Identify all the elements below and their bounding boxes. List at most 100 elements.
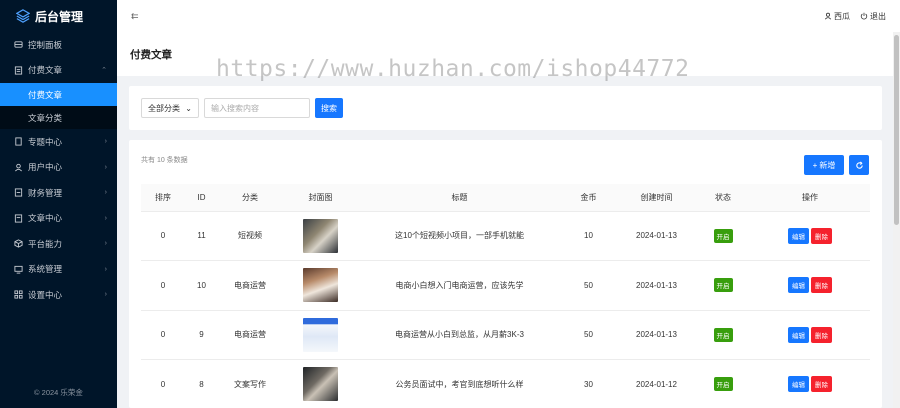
cell-id: 8 bbox=[199, 379, 204, 389]
table-row: 0 9 电商运营 电商运营从小白到总监，从月薪3K-3 50 2024-01-1… bbox=[141, 310, 870, 360]
edit-button[interactable]: 编辑 bbox=[788, 277, 809, 294]
sidebar-item-label: 付费文章 bbox=[28, 65, 63, 76]
table-row: 0 10 电商运营 电商小白想入门电商运营，应该先学 50 2024-01-13… bbox=[141, 261, 870, 311]
add-button[interactable]: + 新增 bbox=[804, 155, 844, 175]
sidebar-item-paid-articles[interactable]: 付费文章 ⌃ bbox=[0, 58, 117, 84]
cell-sort: 0 bbox=[160, 280, 166, 290]
cell-title: 公务员面试中，考官到底想听什么样 bbox=[395, 379, 524, 389]
cell-status: 开启 bbox=[696, 261, 750, 311]
delete-button[interactable]: 删除 bbox=[811, 326, 832, 343]
cell-actions: 编辑 删除 bbox=[750, 310, 870, 360]
articles-table: 排序 ID 分类 封面图 标题 金币 创建时间 状态 操作 0 11 短视频 这… bbox=[141, 184, 870, 408]
column-header-title[interactable]: 标题 bbox=[359, 184, 560, 212]
edit-button[interactable]: 编辑 bbox=[788, 227, 809, 244]
cell-created: 2024-01-13 bbox=[636, 330, 677, 340]
table-header-row: 排序 ID 分类 封面图 标题 金币 创建时间 状态 操作 bbox=[141, 184, 870, 212]
column-header-actions[interactable]: 操作 bbox=[750, 184, 870, 212]
column-header-cover[interactable]: 封面图 bbox=[282, 184, 359, 212]
chevron-right-icon: › bbox=[104, 138, 107, 146]
cover-image[interactable] bbox=[303, 317, 338, 352]
sidebar-subitem-label: 付费文章 bbox=[28, 89, 63, 100]
cell-title: 这10个短视频小项目，一部手机就能 bbox=[395, 231, 524, 241]
file-icon bbox=[14, 214, 23, 223]
sidebar-item-settings[interactable]: 设置中心 › bbox=[0, 282, 117, 308]
delete-button[interactable]: 删除 bbox=[811, 376, 832, 393]
cell-id: 9 bbox=[199, 330, 204, 340]
user-name: 西瓜 bbox=[834, 11, 850, 21]
sidebar-item-label: 文章中心 bbox=[28, 213, 63, 224]
chevron-right-icon: › bbox=[104, 214, 107, 222]
category-select-value: 全部分类 bbox=[148, 103, 180, 113]
add-button-label: 新增 bbox=[819, 160, 836, 170]
user-icon bbox=[14, 163, 23, 172]
app-title: 后台管理 bbox=[35, 9, 84, 24]
cell-title: 电商小白想入门电商运营，应该先学 bbox=[395, 280, 524, 290]
category-select[interactable]: 全部分类 ⌄ bbox=[141, 98, 199, 118]
chevron-up-icon: ⌃ bbox=[101, 67, 107, 75]
cell-coins: 50 bbox=[584, 280, 593, 290]
cube-icon bbox=[14, 239, 23, 248]
sidebar-item-label: 专题中心 bbox=[28, 136, 63, 147]
column-header-category[interactable]: 分类 bbox=[218, 184, 282, 212]
collapse-menu-icon[interactable]: ⇇ bbox=[131, 11, 139, 22]
sidebar-item-topics[interactable]: 专题中心 › bbox=[0, 129, 117, 155]
status-badge: 开启 bbox=[713, 278, 733, 293]
scrollbar-thumb[interactable] bbox=[894, 35, 899, 225]
delete-button[interactable]: 删除 bbox=[811, 227, 832, 244]
bookmark-icon bbox=[14, 137, 23, 146]
logout-button[interactable]: 退出 bbox=[860, 11, 886, 22]
sidebar-subitem-article-categories[interactable]: 文章分类 bbox=[0, 106, 117, 129]
chevron-right-icon: › bbox=[104, 265, 107, 273]
sidebar-item-users[interactable]: 用户中心 › bbox=[0, 155, 117, 181]
cell-actions: 编辑 删除 bbox=[750, 261, 870, 311]
page-scrollbar[interactable] bbox=[893, 32, 900, 408]
search-input[interactable] bbox=[204, 98, 310, 118]
column-header-status[interactable]: 状态 bbox=[696, 184, 750, 212]
cell-coins: 10 bbox=[584, 231, 593, 241]
sidebar-item-system[interactable]: 系统管理 › bbox=[0, 257, 117, 283]
user-menu[interactable]: 西瓜 bbox=[824, 11, 850, 22]
cell-id: 11 bbox=[197, 231, 206, 241]
sidebar-item-finance[interactable]: 财务管理 › bbox=[0, 180, 117, 206]
sidebar-item-label: 财务管理 bbox=[28, 187, 63, 198]
sidebar-subitem-paid-articles[interactable]: 付费文章 bbox=[0, 83, 117, 106]
chevron-down-icon: ⌄ bbox=[185, 103, 192, 113]
sidebar-item-platform[interactable]: 平台能力 › bbox=[0, 231, 117, 257]
cover-image[interactable] bbox=[303, 268, 338, 303]
column-header-coins[interactable]: 金币 bbox=[560, 184, 617, 212]
table-row: 0 8 文案写作 公务员面试中，考官到底想听什么样 30 2024-01-12 … bbox=[141, 360, 870, 408]
sidebar-item-label: 控制面板 bbox=[28, 39, 63, 50]
table-count: 共有 10 条数据 bbox=[141, 157, 188, 164]
cell-coins: 30 bbox=[584, 379, 593, 389]
sidebar: 后台管理 控制面板 付费文章 ⌃ 付费文章 文章分类 专题中心 › 用户中心 ›… bbox=[0, 0, 117, 408]
edit-button[interactable]: 编辑 bbox=[788, 376, 809, 393]
app-logo[interactable]: 后台管理 bbox=[0, 0, 117, 32]
delete-button[interactable]: 删除 bbox=[811, 277, 832, 294]
cell-created: 2024-01-13 bbox=[636, 280, 677, 290]
search-button[interactable]: 搜索 bbox=[315, 98, 343, 118]
cell-sort: 0 bbox=[160, 379, 166, 389]
cell-status: 开启 bbox=[696, 310, 750, 360]
status-badge: 开启 bbox=[713, 228, 733, 243]
cover-image[interactable] bbox=[303, 218, 338, 253]
sidebar-item-articles[interactable]: 文章中心 › bbox=[0, 206, 117, 232]
user-icon bbox=[824, 12, 832, 20]
cell-sort: 0 bbox=[160, 231, 166, 241]
cover-image[interactable] bbox=[303, 367, 338, 402]
column-header-id[interactable]: ID bbox=[185, 184, 218, 212]
cell-cover bbox=[282, 310, 359, 360]
table-row: 0 11 短视频 这10个短视频小项目，一部手机就能 10 2024-01-13… bbox=[141, 211, 870, 261]
status-badge: 开启 bbox=[713, 327, 733, 342]
copyright-footer: © 2024 乐荣金 bbox=[34, 388, 83, 397]
edit-button[interactable]: 编辑 bbox=[788, 326, 809, 343]
cell-category: 电商运营 bbox=[234, 280, 266, 290]
document-icon bbox=[14, 66, 23, 75]
cell-sort: 0 bbox=[160, 330, 166, 340]
cell-status: 开启 bbox=[696, 360, 750, 408]
refresh-button[interactable] bbox=[849, 155, 869, 175]
column-header-sort[interactable]: 排序 bbox=[141, 184, 185, 212]
column-header-created[interactable]: 创建时间 bbox=[617, 184, 696, 212]
power-icon bbox=[860, 12, 868, 20]
sidebar-item-dashboard[interactable]: 控制面板 bbox=[0, 32, 117, 58]
articles-table-card: 共有 10 条数据 + 新增 排序 ID 分类 封面图 标题 金币 创建时间 状… bbox=[129, 140, 882, 408]
